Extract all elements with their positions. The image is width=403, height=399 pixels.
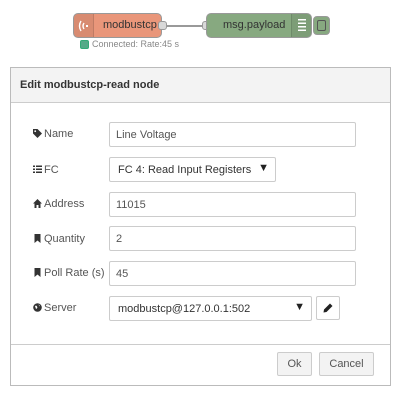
chevron-down-icon: ▼	[294, 301, 305, 313]
debug-node-label: msg.payload	[223, 19, 286, 31]
debug-node[interactable]: msg.payload	[206, 13, 312, 38]
modbustcp-node[interactable]: modbustcp	[73, 13, 162, 38]
quantity-input[interactable]	[109, 226, 356, 251]
address-input[interactable]	[109, 192, 356, 217]
output-port[interactable]	[158, 21, 167, 30]
cancel-button[interactable]: Cancel	[319, 352, 374, 376]
flow-wire	[165, 24, 204, 27]
fc-select[interactable]: FC 4: Read Input Registers ▼	[109, 157, 276, 182]
edit-server-button[interactable]	[316, 296, 340, 320]
chevron-down-icon: ▼	[258, 162, 269, 174]
server-select[interactable]: modbustcp@127.0.0.1:502 ▼	[109, 296, 312, 321]
dialog-title: Edit modbustcp-read node	[20, 79, 160, 91]
node-status-text: Connected: Rate:45 s	[92, 39, 180, 49]
poll-rate-input[interactable]	[109, 261, 356, 286]
debug-toggle-button[interactable]	[313, 16, 330, 35]
debug-list-icon	[291, 14, 311, 37]
home-icon	[33, 199, 42, 208]
name-input[interactable]	[109, 122, 356, 147]
ok-button[interactable]: Ok	[277, 352, 312, 376]
bookmark-icon	[34, 234, 41, 243]
dialog-header: Edit modbustcp-read node	[11, 68, 390, 103]
globe-icon	[33, 303, 42, 312]
bookmark-icon	[34, 268, 41, 277]
tag-icon	[33, 129, 42, 138]
edit-node-dialog: Edit modbustcp-read node Name FC FC 4: R…	[10, 67, 391, 386]
pencil-icon	[323, 303, 333, 313]
modbus-signal-icon	[74, 14, 94, 37]
flow-canvas[interactable]: modbustcp msg.payload Connected: Rate:45…	[0, 0, 403, 58]
server-select-value: modbustcp@127.0.0.1:502	[118, 303, 251, 315]
list-icon	[33, 165, 42, 173]
dialog-footer-divider	[11, 344, 390, 345]
debug-toggle-indicator	[317, 20, 326, 31]
modbustcp-node-label: modbustcp	[103, 19, 157, 31]
status-dot-icon	[80, 40, 89, 49]
fc-select-value: FC 4: Read Input Registers	[118, 164, 252, 176]
